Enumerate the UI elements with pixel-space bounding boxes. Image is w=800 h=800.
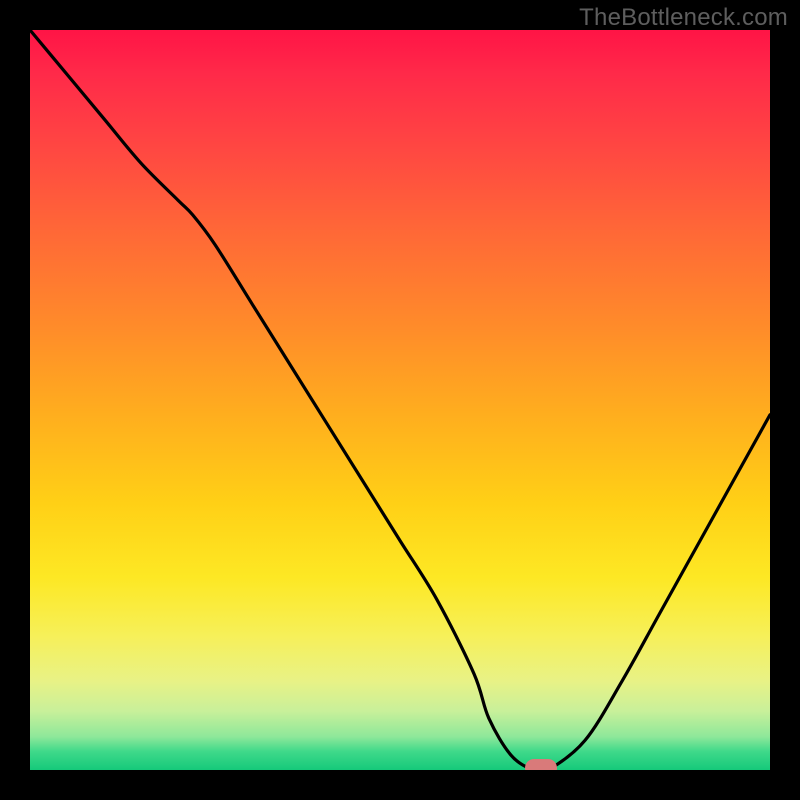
watermark-text: TheBottleneck.com: [579, 4, 788, 32]
chart-frame: TheBottleneck.com: [0, 0, 800, 800]
optimal-marker: [525, 759, 557, 770]
plot-area: [30, 30, 770, 770]
bottleneck-curve: [30, 30, 770, 770]
